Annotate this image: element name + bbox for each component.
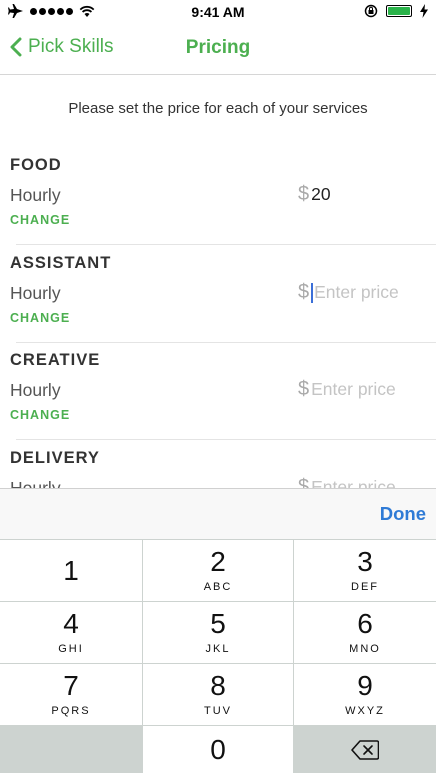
key-number: 1 <box>63 554 79 586</box>
key-number: 6 <box>357 608 373 639</box>
price-input[interactable] <box>311 379 422 400</box>
currency-symbol: $ <box>298 281 310 303</box>
orientation-lock-icon <box>364 4 378 18</box>
service-name: FOOD <box>10 156 62 174</box>
key-blank <box>0 726 142 773</box>
key-number: 2 <box>210 546 226 577</box>
rate-type: Hourly <box>10 283 61 303</box>
nav-bar: Pick Skills Pricing <box>0 24 436 75</box>
change-button[interactable]: CHANGE <box>10 311 70 325</box>
price-field: $ <box>298 281 425 304</box>
text-cursor <box>311 282 314 303</box>
key-number: 3 <box>357 546 373 577</box>
key-number: 9 <box>357 670 373 701</box>
backspace-icon <box>351 739 379 760</box>
key-5[interactable]: 5 JKL <box>143 602 293 663</box>
divider <box>16 439 436 440</box>
charging-bolt-icon <box>420 4 428 18</box>
key-2[interactable]: 2 ABC <box>143 540 293 601</box>
key-8[interactable]: 8 TUV <box>143 664 293 725</box>
change-button[interactable]: CHANGE <box>10 213 70 227</box>
done-button[interactable]: Done <box>380 503 426 525</box>
key-6[interactable]: 6 MNO <box>294 602 436 663</box>
status-bar: 9:41 AM <box>0 0 436 24</box>
price-field: $ <box>298 378 422 401</box>
key-7[interactable]: 7 PQRS <box>0 664 142 725</box>
key-letters: GHI <box>58 643 84 655</box>
change-button[interactable]: CHANGE <box>10 408 70 422</box>
delete-key[interactable] <box>294 726 436 773</box>
key-letters: TUV <box>204 705 232 717</box>
price-input[interactable] <box>311 184 422 205</box>
key-letters: WXYZ <box>345 705 385 717</box>
key-letters: DEF <box>351 581 379 593</box>
service-name: CREATIVE <box>10 351 101 369</box>
key-letters: JKL <box>205 643 231 655</box>
battery-icon <box>386 5 412 17</box>
page-title: Pricing <box>185 37 251 58</box>
key-number: 4 <box>63 608 79 639</box>
key-letters: MNO <box>349 643 381 655</box>
key-number: 8 <box>210 670 226 701</box>
key-letters: ABC <box>203 581 233 593</box>
currency-symbol: $ <box>298 378 310 400</box>
divider <box>16 342 436 343</box>
service-name: ASSISTANT <box>10 254 112 272</box>
key-number: 5 <box>210 608 226 639</box>
keyboard-toolbar: Done <box>0 488 436 539</box>
key-0[interactable]: 0 <box>143 726 293 773</box>
numeric-keypad: 1 2 ABC 3 DEF 4 GHI 5 JKL 6 MNO 7 PQRS 8… <box>0 539 436 773</box>
service-name: DELIVERY <box>10 449 100 467</box>
divider <box>16 244 436 245</box>
price-input[interactable] <box>314 282 425 303</box>
status-right <box>364 4 428 18</box>
key-number: 0 <box>210 733 226 765</box>
rate-type: Hourly <box>10 185 61 205</box>
key-9[interactable]: 9 WXYZ <box>294 664 436 725</box>
instructions-text: Please set the price for each of your se… <box>68 100 368 117</box>
key-4[interactable]: 4 GHI <box>0 602 142 663</box>
price-field: $ <box>298 183 422 206</box>
key-number: 7 <box>63 670 79 701</box>
key-letters: PQRS <box>51 705 91 717</box>
key-1[interactable]: 1 <box>0 540 142 601</box>
key-3[interactable]: 3 DEF <box>294 540 436 601</box>
currency-symbol: $ <box>298 183 310 205</box>
rate-type: Hourly <box>10 380 61 400</box>
